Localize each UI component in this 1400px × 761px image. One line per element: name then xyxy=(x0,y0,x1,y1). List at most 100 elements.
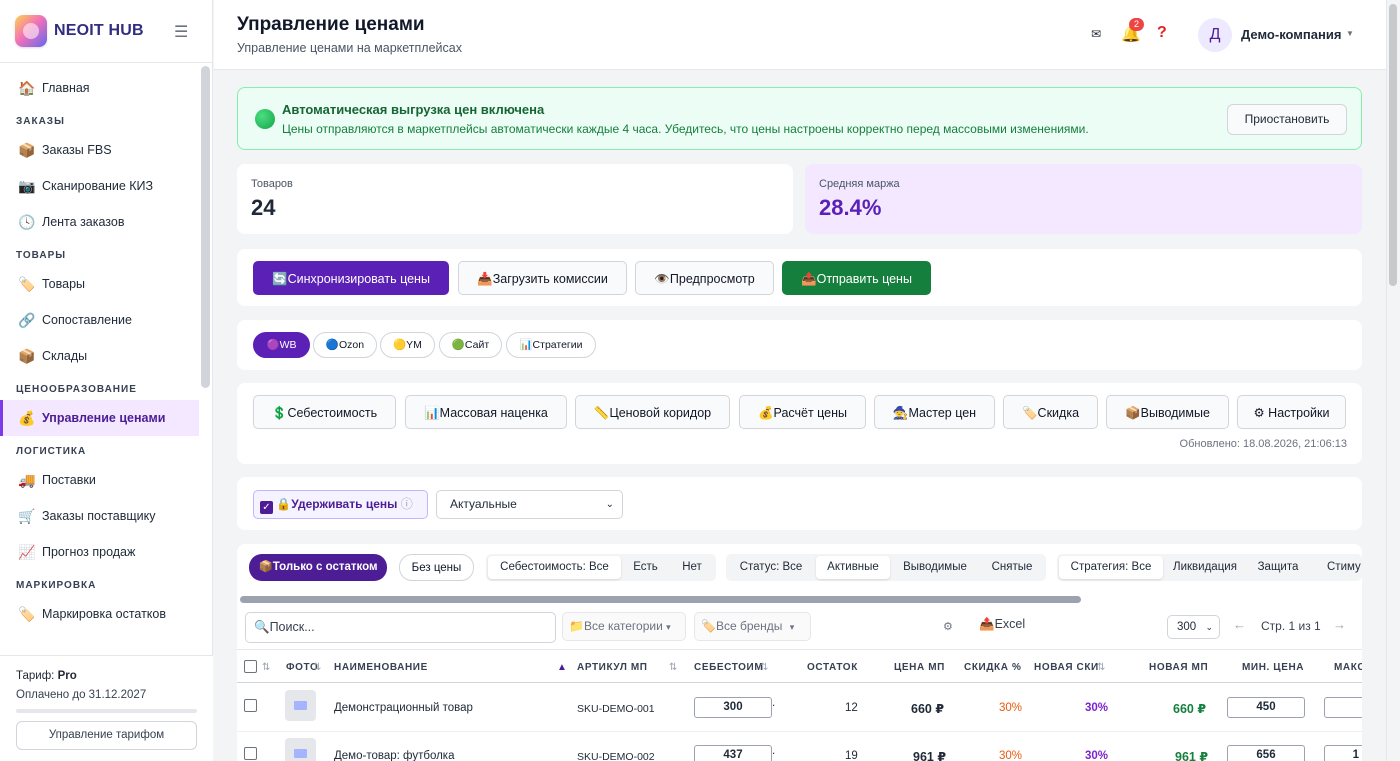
cost-input[interactable]: 437 xyxy=(694,745,772,761)
sidebar-item-home[interactable]: 🏠 Главная xyxy=(0,70,199,106)
max-price-input[interactable] xyxy=(1324,697,1362,718)
max-price-input[interactable]: 1 xyxy=(1324,745,1362,761)
cost-filter-all[interactable]: Себестоимость: Все xyxy=(488,556,621,579)
prev-page-icon[interactable]: ← xyxy=(1233,617,1246,632)
search-input[interactable]: 🔍Поиск... xyxy=(245,612,556,643)
col-max-price[interactable]: МАКС xyxy=(1334,662,1362,673)
sidebar-item-sales-forecast[interactable]: 📈 Прогноз продаж xyxy=(0,534,199,570)
chevron-down-icon: ⌄ xyxy=(605,499,614,510)
product-photo[interactable] xyxy=(285,738,316,761)
sidebar-item-supplies[interactable]: 🚚 Поставки xyxy=(0,462,199,498)
row-checkbox[interactable] xyxy=(244,699,257,712)
settings-button[interactable]: ⚙ Настройки xyxy=(1237,395,1346,429)
tab-strategies[interactable]: 📊Стратегии xyxy=(506,332,596,358)
only-stock-filter[interactable]: 📦Только с остатком xyxy=(249,554,387,581)
sort-icon[interactable]: ⇅ xyxy=(262,662,271,673)
tab-wb[interactable]: 🟣WB xyxy=(253,332,310,358)
row-checkbox[interactable] xyxy=(244,747,257,760)
mass-markup-button[interactable]: 📊Массовая наценка xyxy=(405,395,567,429)
chevron-down-icon[interactable]: ▼ xyxy=(1346,29,1354,38)
load-commissions-button[interactable]: 📥Загрузить комиссии xyxy=(458,261,627,295)
price-wizard-button[interactable]: 🧙Мастер цен xyxy=(874,395,995,429)
preview-button[interactable]: 👁️Предпросмотр xyxy=(635,261,774,295)
sidebar-item-kiz-scan[interactable]: 📷 Сканирование КИЗ xyxy=(0,168,199,204)
tab-ozon[interactable]: 🔵Ozon xyxy=(313,332,377,358)
withdrawn-button[interactable]: 📦Выводимые xyxy=(1106,395,1229,429)
avatar[interactable]: Д xyxy=(1198,18,1232,52)
min-price-input[interactable]: 450 xyxy=(1227,697,1305,718)
price-corridor-button[interactable]: 📏Ценовой коридор xyxy=(575,395,730,429)
sidebar-item-fbs-orders[interactable]: 📦 Заказы FBS xyxy=(0,132,199,168)
sort-icon[interactable]: ⇅ xyxy=(313,662,322,673)
manage-plan-button[interactable]: Управление тарифом xyxy=(16,721,197,750)
min-price-input[interactable]: 656 xyxy=(1227,745,1305,761)
strategy-filter-liquidation[interactable]: Ликвидация xyxy=(1165,556,1245,579)
excel-export-button[interactable]: 📤Excel xyxy=(979,617,1025,632)
sidebar-item-order-feed[interactable]: 🕓 Лента заказов xyxy=(0,204,199,240)
table-horizontal-scrollbar[interactable] xyxy=(240,596,1081,603)
sync-prices-button[interactable]: 🔄Синхронизировать цены xyxy=(253,261,449,295)
mail-icon[interactable]: ✉ xyxy=(1091,27,1101,41)
sidebar-item-matching[interactable]: 🔗 Сопоставление xyxy=(0,302,199,338)
sidebar-item-warehouses[interactable]: 📦 Склады xyxy=(0,338,199,374)
cost-button[interactable]: 💲Себестоимость xyxy=(253,395,396,429)
product-name[interactable]: Демо-товар: футболка xyxy=(334,750,454,761)
sort-asc-icon[interactable]: ▲ xyxy=(557,662,568,673)
tab-site[interactable]: 🟢Сайт xyxy=(439,332,502,358)
status-filter-withdrawn[interactable]: Выводимые xyxy=(892,556,978,579)
cost-filter-yes[interactable]: Есть xyxy=(623,556,668,579)
info-icon[interactable]: ⓘ xyxy=(401,497,413,511)
gear-icon[interactable]: ⚙ xyxy=(943,620,953,633)
status-filter-all[interactable]: Статус: Все xyxy=(728,556,814,579)
product-name[interactable]: Демонстрационный товар xyxy=(334,702,473,714)
sidebar-item-supplier-orders[interactable]: 🛒 Заказы поставщику xyxy=(0,498,199,534)
page-scrollbar-thumb[interactable] xyxy=(1389,4,1397,286)
col-stock[interactable]: ОСТАТОК xyxy=(807,662,858,673)
select-all-checkbox[interactable] xyxy=(244,660,257,673)
menu-toggle-icon[interactable]: ☰ xyxy=(174,22,188,42)
discount-button[interactable]: 🏷️Скидка xyxy=(1003,395,1098,429)
product-photo[interactable] xyxy=(285,690,316,721)
strategy-filter-all[interactable]: Стратегия: Все xyxy=(1059,556,1163,579)
col-cost[interactable]: СЕБЕСТОИМ xyxy=(694,662,763,673)
sort-icon[interactable]: ⇅ xyxy=(1097,662,1106,673)
sort-icon[interactable]: ⇅ xyxy=(760,662,769,673)
pause-button[interactable]: Приостановить xyxy=(1227,104,1347,135)
price-calc-button[interactable]: 💰Расчёт цены xyxy=(739,395,866,429)
hold-prices-checkbox[interactable]: ✓ 🔒Удерживать цены ⓘ xyxy=(253,490,428,519)
table-row[interactable]: Демонстрационный товар SKU-DEMO-001 300 … xyxy=(237,683,1362,732)
col-new-discount[interactable]: НОВАЯ СКИ xyxy=(1034,662,1099,673)
cost-filter-no[interactable]: Нет xyxy=(670,556,714,579)
logo[interactable] xyxy=(15,15,47,47)
sort-icon[interactable]: ⇅ xyxy=(669,662,678,673)
table-row[interactable]: Демо-товар: футболка SKU-DEMO-002 437 . … xyxy=(237,732,1362,761)
tab-ym[interactable]: 🟡YM xyxy=(380,332,435,358)
col-discount[interactable]: СКИДКА % xyxy=(964,662,1021,673)
no-price-filter[interactable]: Без цены xyxy=(399,554,474,581)
categories-select[interactable]: 📁Все категории ▾ xyxy=(562,612,686,641)
col-name[interactable]: НАИМЕНОВАНИЕ xyxy=(334,662,428,673)
strategy-filter-protection[interactable]: Защита xyxy=(1247,556,1309,579)
status-select[interactable]: Актуальные ⌄ xyxy=(436,490,623,519)
per-page-select[interactable]: 300 ⌄ xyxy=(1167,615,1220,639)
cost-input[interactable]: 300 xyxy=(694,697,772,718)
next-page-icon[interactable]: → xyxy=(1333,617,1346,632)
col-mp-price[interactable]: ЦЕНА МП xyxy=(894,662,945,673)
help-icon[interactable]: ? xyxy=(1157,24,1167,42)
brands-select[interactable]: 🏷️Все бренды ▾ xyxy=(694,612,811,641)
status-filter-active[interactable]: Активные xyxy=(816,556,890,579)
send-prices-button[interactable]: 📤Отправить цены xyxy=(782,261,931,295)
sidebar-item-stock-marking[interactable]: 🏷️ Маркировка остатков xyxy=(0,596,199,632)
strategy-filter-stimulation[interactable]: Стиму xyxy=(1311,556,1362,579)
checkbox-checked-icon[interactable]: ✓ xyxy=(260,501,273,514)
sidebar-item-products[interactable]: 🏷️ Товары xyxy=(0,266,199,302)
plan-tariff-value: Pro xyxy=(57,670,77,682)
products-stat-card: Товаров 24 xyxy=(237,164,793,234)
col-new-mp-price[interactable]: НОВАЯ МП xyxy=(1149,662,1208,673)
sidebar-scrollbar[interactable] xyxy=(201,66,210,388)
company-name[interactable]: Демо-компания xyxy=(1241,27,1341,42)
col-sku[interactable]: АРТИКУЛ МП xyxy=(577,662,648,673)
status-filter-removed[interactable]: Снятые xyxy=(980,556,1044,579)
col-min-price[interactable]: МИН. ЦЕНА xyxy=(1242,662,1304,673)
sidebar-item-price-management[interactable]: 💰 Управление ценами xyxy=(0,400,199,436)
